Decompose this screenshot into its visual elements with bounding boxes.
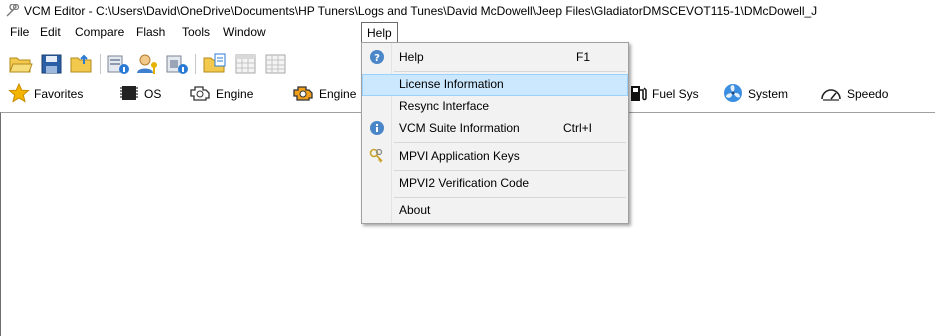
fuel-pump-icon [628, 83, 648, 106]
help-menu-item-help[interactable]: ? Help F1 [362, 47, 628, 69]
table-grid-icon[interactable] [264, 53, 288, 75]
help-menu-item-license-label: License Information [399, 77, 504, 91]
nav-speedo-label: Speedo [847, 87, 889, 101]
help-menu-item-resync-label: Resync Interface [399, 99, 490, 113]
menu-flash[interactable]: Flash [136, 22, 165, 43]
nav-fuel-sys-label: Fuel Sys [652, 87, 699, 101]
nav-os-button[interactable]: OS [118, 83, 161, 105]
calendar-grid-icon[interactable] [234, 53, 258, 75]
menu-compare[interactable]: Compare [75, 22, 124, 43]
open-file-icon[interactable] [203, 53, 227, 75]
vehicle-info-icon[interactable] [106, 53, 130, 75]
nav-engine-label: Engine [216, 87, 254, 101]
window-title: VCM Editor - C:\Users\David\OneDrive\Doc… [24, 4, 818, 18]
star-icon [8, 82, 30, 106]
svg-text:?: ? [374, 53, 380, 64]
menu-window[interactable]: Window [223, 22, 266, 43]
help-menu-item-help-shortcut: F1 [575, 50, 590, 64]
help-menu-item-license-information[interactable]: License Information [362, 74, 628, 96]
nav-favorites-label: Favorites [34, 87, 84, 101]
nav-os-label: OS [144, 87, 162, 101]
open-folder-icon[interactable] [9, 53, 33, 75]
nav-engine-diag-label: Engine [319, 87, 357, 101]
nav-speedo-button[interactable]: Speedo [819, 83, 888, 105]
help-menu-item-mpvi-application-keys[interactable]: MPVI Application Keys [362, 146, 628, 168]
help-menu-item-mpvi-keys-label: MPVI Application Keys [399, 149, 520, 163]
nav-fuel-sys-button[interactable]: Fuel Sys [628, 83, 699, 105]
help-menu-item-vcm-suite-shortcut: Ctrl+I [562, 121, 592, 135]
nav-engine-diag-button[interactable]: Engine [291, 83, 356, 105]
nav-system-label: System [748, 87, 789, 101]
help-circle-icon: ? [369, 49, 385, 68]
app-wrench-icon [5, 3, 20, 21]
help-menu-item-help-label: Help [399, 50, 424, 64]
save-icon[interactable] [40, 53, 64, 75]
menu-edit[interactable]: Edit [40, 22, 61, 43]
chip-info-icon[interactable] [165, 53, 189, 75]
engine-icon [291, 83, 315, 106]
chip-icon [118, 83, 140, 106]
menu-file[interactable]: File [10, 22, 29, 43]
nav-favorites-button[interactable]: Favorites [8, 82, 84, 106]
keys-icon [369, 148, 385, 167]
menu-help[interactable]: Help [361, 22, 398, 42]
help-menu-item-resync-interface[interactable]: Resync Interface [362, 96, 628, 118]
help-menu-item-mpvi2-verification-code[interactable]: MPVI2 Verification Code [362, 173, 628, 195]
help-menu-item-about-label: About [399, 203, 431, 217]
speedometer-icon [819, 83, 843, 106]
help-menu-item-vcm-suite-label: VCM Suite Information [399, 121, 520, 135]
menu-bar: File Edit Compare Flash Tools Window Hel… [0, 22, 935, 43]
nav-engine-button[interactable]: Engine [188, 83, 253, 105]
help-menu-item-about[interactable]: About [362, 200, 628, 222]
folder-up-icon[interactable] [70, 53, 94, 75]
help-menu-item-mpvi2-label: MPVI2 Verification Code [399, 176, 530, 190]
engine-icon [188, 83, 212, 106]
user-key-icon[interactable] [136, 53, 160, 75]
menu-tools[interactable]: Tools [182, 22, 210, 43]
fan-icon [722, 83, 744, 106]
nav-system-button[interactable]: System [722, 83, 788, 105]
help-menu-item-vcm-suite-information[interactable]: VCM Suite Information Ctrl+I [362, 118, 628, 140]
info-circle-icon [369, 120, 385, 139]
title-bar: VCM Editor - C:\Users\David\OneDrive\Doc… [0, 0, 935, 22]
help-menu-dropdown: ? Help F1 License Information Resync Int… [361, 42, 629, 224]
